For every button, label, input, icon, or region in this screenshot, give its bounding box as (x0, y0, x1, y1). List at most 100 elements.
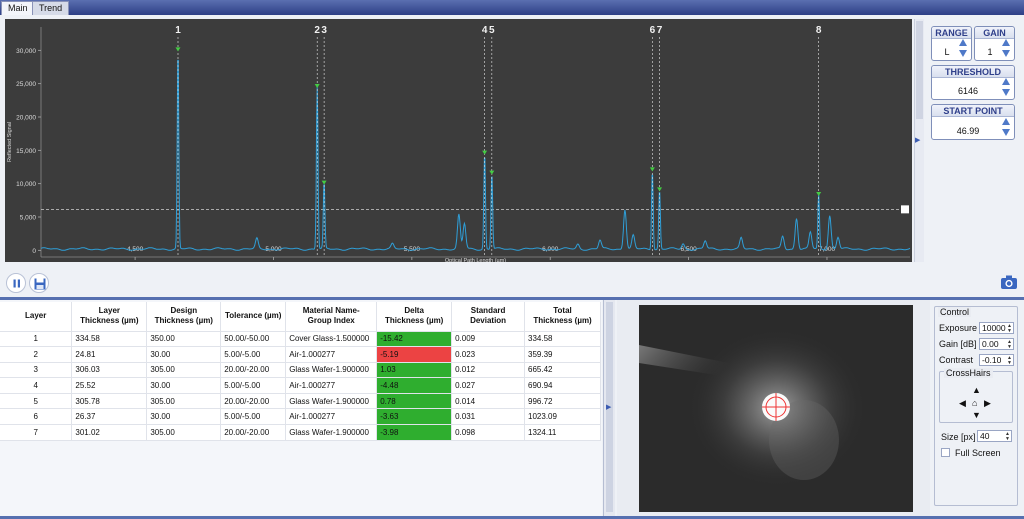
arrow-up-icon[interactable]: ▲ (972, 385, 981, 395)
spinner-arrows-icon[interactable]: ▲ ▼ (1007, 340, 1012, 350)
cell-material: Air-1.000277 (285, 377, 378, 394)
peak-label: 3 (321, 25, 327, 36)
table-row[interactable]: 4 25.52 30.00 5.00/-5.00 Air-1.000277 -4.48 0.… (0, 377, 601, 394)
header-layer-thickness: Layer Thickness (µm) (71, 302, 148, 332)
y-tick-label: 30,000 (16, 48, 36, 55)
cell-material: Glass Wafer-1.900000 (285, 424, 378, 441)
pause-button[interactable] (6, 273, 26, 293)
y-tick-label: 20,000 (16, 115, 36, 122)
exposure-value: 10000 (982, 323, 1006, 333)
peak-label: 4 (482, 25, 488, 36)
cell-std: 0.012 (451, 362, 526, 379)
peak-marker (175, 47, 181, 52)
spin-up-icon[interactable] (959, 39, 967, 46)
spin-down-icon[interactable] (959, 50, 967, 57)
tab-trend[interactable]: Trend (32, 1, 70, 15)
threshold-spinner[interactable] (1002, 78, 1011, 96)
table-row[interactable]: 6 26.37 30.00 5.00/-5.00 Air-1.000277 -3.63 0.… (0, 408, 601, 426)
spin-down-icon[interactable] (1002, 129, 1010, 136)
size-label: Size [px] (941, 432, 976, 442)
peak-label: 8 (816, 25, 822, 36)
tab-main[interactable]: Main (1, 1, 35, 15)
table-row[interactable]: 7 301.02 305.00 20.00/-20.00 Glass Wafer-1.9… (0, 424, 601, 441)
cell-total: 334.58 (524, 331, 601, 348)
y-tick-label: 10,000 (16, 181, 36, 188)
cell-delta: 1.03 (376, 362, 453, 379)
cell-material: Glass Wafer-1.900000 (285, 393, 378, 410)
header-layer: Layer (0, 302, 73, 332)
cell-layer: 7 (0, 424, 73, 441)
fullscreen-checkbox[interactable] (941, 448, 950, 457)
x-axis-label: Optical Path Length (µm) (445, 258, 506, 262)
save-icon (34, 278, 46, 290)
cell-layer: 1 (0, 331, 73, 348)
cell-total: 665.42 (524, 362, 601, 379)
cell-tolerance: 20.00/-20.00 (220, 424, 287, 441)
peak-label: 2 (314, 25, 320, 36)
cell-total: 1023.09 (524, 408, 601, 426)
range-title: RANGE (932, 27, 971, 39)
cell-design: 350.00 (146, 331, 222, 348)
cell-design: 30.00 (146, 377, 222, 394)
signal-chart: 05,00010,00015,00020,00025,00030,0004,50… (7, 25, 911, 264)
size-value: 40 (980, 431, 990, 441)
cell-delta: 0.78 (376, 393, 453, 410)
arrow-right-icon[interactable]: ▶ (984, 398, 991, 409)
table-row[interactable]: 3 306.03 305.00 20.00/-20.00 Glass Wafer-1.9… (0, 362, 601, 379)
cell-layer: 2 (0, 346, 73, 363)
crosshairs-label: CrossHairs (944, 368, 993, 378)
spinner-arrows-icon[interactable]: ▲ ▼ (1007, 324, 1012, 334)
start-point-control[interactable]: START POINT 46.99 (931, 104, 1015, 140)
snapshot-button[interactable] (999, 272, 1019, 292)
table-header-row: Layer Layer Thickness (µm) Design Thicknes… (0, 302, 601, 332)
range-spinner[interactable] (959, 39, 968, 57)
size-input[interactable]: 40 ▲ ▼ (977, 430, 1012, 442)
table-row[interactable]: 2 24.81 30.00 5.00/-5.00 Air-1.000277 -5.19 0.… (0, 346, 601, 363)
contrast-value: -0.10 (982, 355, 1002, 365)
threshold-control[interactable]: THRESHOLD 6146 (931, 65, 1015, 100)
expand-arrow-icon[interactable]: ▶ (606, 403, 611, 411)
expand-arrow-icon[interactable]: ▶ (915, 136, 920, 144)
header-standard-deviation: Standard Deviation (451, 302, 526, 332)
arrow-down-icon[interactable]: ▼ (972, 410, 981, 420)
peak-marker (489, 170, 495, 175)
gain-db-input[interactable]: 0.00 ▲ ▼ (979, 338, 1014, 350)
gain-db-label: Gain [dB] (939, 339, 977, 349)
home-icon[interactable]: ⌂ (972, 398, 977, 408)
peak-label: 5 (489, 25, 495, 36)
gain-spinner[interactable] (1002, 39, 1011, 57)
spin-up-icon[interactable] (1002, 39, 1010, 46)
cell-layer: 3 (0, 362, 73, 379)
gain-control[interactable]: GAIN 1 (974, 26, 1015, 61)
cell-thickness: 24.81 (71, 346, 148, 363)
spin-down-icon[interactable] (1002, 89, 1010, 96)
camera-icon (1001, 275, 1017, 289)
peak-marker (816, 192, 822, 196)
range-control[interactable]: RANGE L (931, 26, 972, 61)
start-point-spinner[interactable] (1002, 118, 1011, 136)
start-point-title: START POINT (932, 105, 1014, 117)
threshold-value: 6146 (957, 86, 979, 96)
scrollbar-thumb[interactable] (916, 21, 923, 119)
table-row[interactable]: 5 305.78 305.00 20.00/-20.00 Glass Wafer-1.9… (0, 393, 601, 410)
contrast-input[interactable]: -0.10 ▲ ▼ (979, 354, 1014, 366)
arrow-left-icon[interactable]: ◀ (959, 398, 966, 409)
spinner-arrows-icon[interactable]: ▲ ▼ (1007, 356, 1012, 366)
save-button[interactable] (29, 273, 49, 293)
header-total-thickness: Total Thickness (µm) (524, 302, 601, 332)
spin-down-icon[interactable] (1002, 50, 1010, 57)
cell-thickness: 301.02 (71, 424, 148, 441)
spinner-arrows-icon[interactable]: ▲ ▼ (1005, 432, 1010, 442)
spin-up-icon[interactable] (1002, 78, 1010, 85)
camera-image (639, 328, 867, 488)
cell-thickness: 305.78 (71, 393, 148, 410)
cell-total: 1324.11 (524, 424, 601, 441)
peak-marker (482, 150, 488, 155)
camera-image-view[interactable] (639, 305, 913, 512)
table-row[interactable]: 1 334.58 350.00 50.00/-50.00 Cover Glass-1.5… (0, 331, 601, 348)
spin-up-icon[interactable] (1002, 118, 1010, 125)
signal-line (40, 59, 911, 251)
exposure-input[interactable]: 10000 ▲ ▼ (979, 322, 1014, 334)
header-tolerance: Tolerance (µm) (220, 302, 287, 332)
peak-marker (649, 167, 655, 172)
